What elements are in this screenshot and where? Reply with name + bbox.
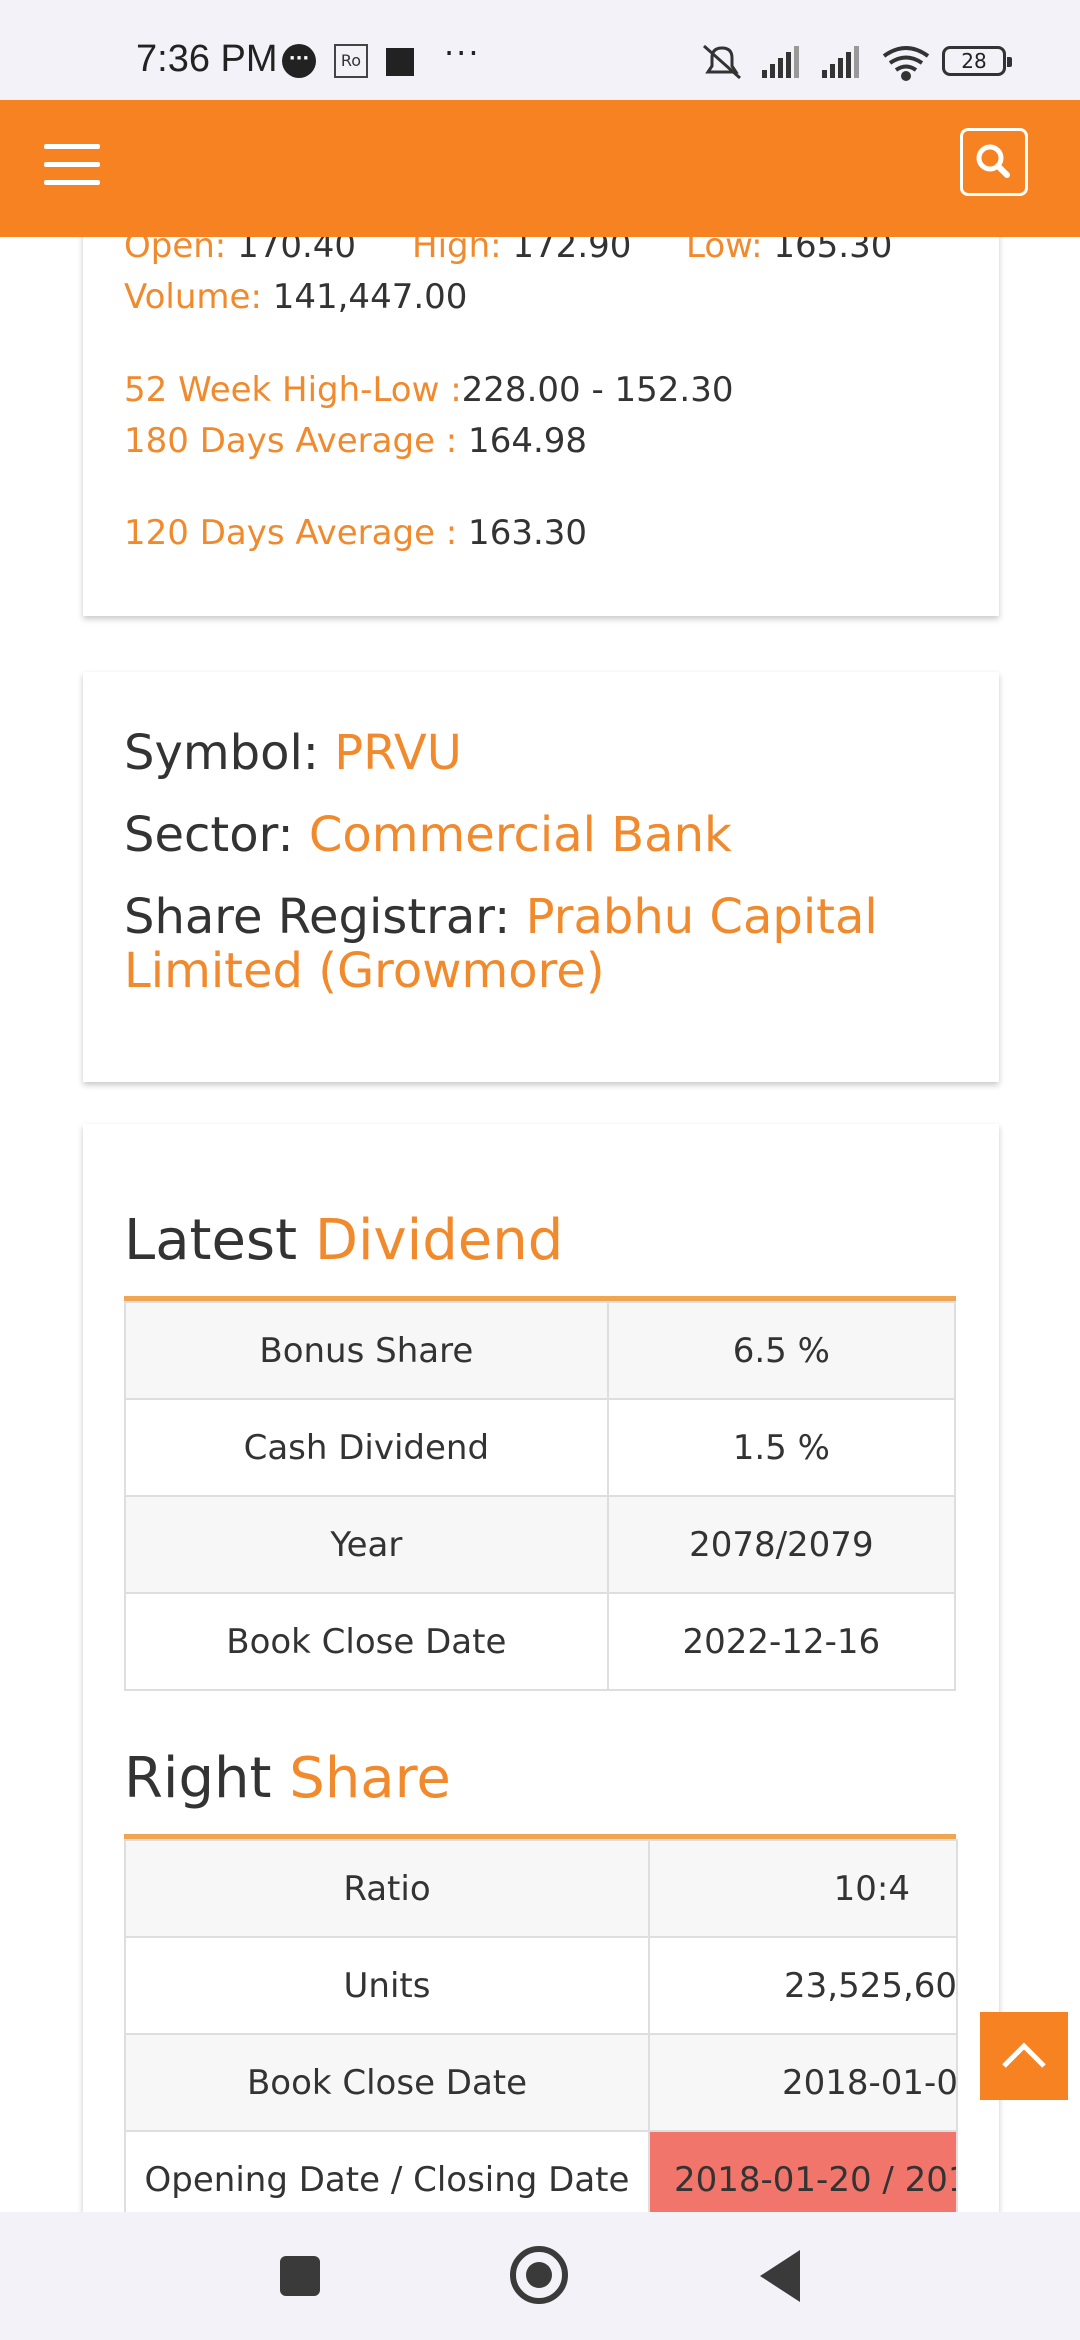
dividend-label-year: Year — [124, 1495, 609, 1594]
right-share-title: Right Share — [124, 1746, 451, 1811]
right-label-units: Units — [124, 1936, 650, 2035]
dividend-value-year: 2078/2079 — [606, 1495, 957, 1594]
company-info-card: Symbol: PRVU Sector: Commercial Bank Sha… — [83, 672, 999, 1082]
hamburger-menu-icon[interactable] — [44, 142, 100, 186]
right-label-book-close: Book Close Date — [124, 2033, 650, 2132]
search-button[interactable] — [960, 128, 1028, 196]
avg120-value: 163.30 — [457, 513, 588, 553]
avg120-stat: 120 Days Average : 163.30 — [124, 513, 587, 553]
battery-icon: 28 — [942, 46, 1012, 76]
wifi-icon — [882, 46, 930, 81]
symbol-label: Symbol: — [124, 725, 335, 781]
sector-label: Sector: — [124, 807, 309, 863]
dividend-label-book-close: Book Close Date — [124, 1592, 609, 1691]
dividend-card: Latest Dividend Bonus Share 6.5 % Cash D… — [83, 1124, 999, 2340]
table-row: Units 23,525,608 — [124, 1936, 958, 2035]
search-icon — [976, 144, 1010, 178]
home-button[interactable] — [510, 2246, 568, 2304]
table-row: Book Close Date 2018-01-05 — [124, 2033, 958, 2132]
dividend-value-bonus: 6.5 % — [606, 1301, 957, 1400]
signal-icon-2 — [822, 46, 859, 78]
symbol-value: PRVU — [334, 725, 462, 781]
table-row: Bonus Share 6.5 % — [124, 1301, 957, 1400]
volume-label: Volume: — [124, 277, 262, 317]
symbol-line: Symbol: PRVU — [124, 726, 974, 780]
price-stats-card: Open: 170.40 High: 172.90 Low: 165.30 Vo… — [83, 180, 999, 616]
week52-value: 228.00 - 152.30 — [461, 370, 734, 410]
registrar-line: Share Registrar: Prabhu Capital Limited … — [124, 890, 974, 998]
week52-label: 52 Week High-Low : — [124, 370, 462, 410]
volume-stat: Volume: 141,447.00 — [124, 277, 467, 317]
back-button[interactable] — [760, 2250, 800, 2302]
registrar-label: Share Registrar: — [124, 889, 526, 945]
right-label-ratio: Ratio — [124, 1839, 650, 1938]
table-row: Ratio 10:4 — [124, 1839, 958, 1938]
dividend-table: Bonus Share 6.5 % Cash Dividend 1.5 % Ye… — [124, 1301, 957, 1691]
volume-value: 141,447.00 — [261, 277, 468, 317]
latest-dividend-title: Latest Dividend — [124, 1208, 564, 1273]
avg180-label: 180 Days Average : — [124, 421, 458, 461]
right-value-book-close: 2018-01-05 — [648, 2033, 958, 2132]
dividend-value-book-close: 2022-12-16 — [606, 1592, 957, 1691]
sector-value: Commercial Bank — [308, 807, 732, 863]
ro-notification-icon: Ro — [334, 44, 368, 78]
dividend-label-cash: Cash Dividend — [124, 1398, 609, 1497]
dividend-value-cash: 1.5 % — [606, 1398, 957, 1497]
message-notification-icon: ··· — [282, 44, 316, 78]
scroll-to-top-button[interactable] — [980, 2012, 1068, 2100]
recent-apps-button[interactable] — [280, 2256, 320, 2296]
status-bar: 7:36 PM ··· Ro ··· 28 — [0, 0, 1080, 100]
chevron-up-icon — [1002, 2042, 1046, 2068]
dividend-label-bonus: Bonus Share — [124, 1301, 609, 1400]
more-notifications-icon: ··· — [444, 34, 481, 72]
right-value-units: 23,525,608 — [648, 1936, 958, 2035]
avg120-label: 120 Days Average : — [124, 513, 458, 553]
table-row: Book Close Date 2022-12-16 — [124, 1592, 957, 1691]
right-share-table: Ratio 10:4 Units 23,525,608 Book Close D… — [124, 1839, 958, 2229]
avg180-value: 164.98 — [457, 421, 588, 461]
table-row: Year 2078/2079 — [124, 1495, 957, 1594]
status-icons — [703, 44, 930, 81]
app-header — [0, 100, 1080, 237]
muted-bell-icon — [703, 44, 741, 80]
right-value-ratio: 10:4 — [648, 1839, 958, 1938]
sector-line: Sector: Commercial Bank — [124, 808, 974, 862]
table-row: Cash Dividend 1.5 % — [124, 1398, 957, 1497]
week52-stat: 52 Week High-Low :228.00 - 152.30 — [124, 370, 734, 410]
avg180-stat: 180 Days Average : 164.98 — [124, 421, 587, 461]
status-time: 7:36 PM — [136, 38, 278, 80]
system-nav-bar — [0, 2212, 1080, 2340]
stop-notification-icon — [386, 48, 414, 76]
signal-icon-1 — [762, 46, 799, 78]
